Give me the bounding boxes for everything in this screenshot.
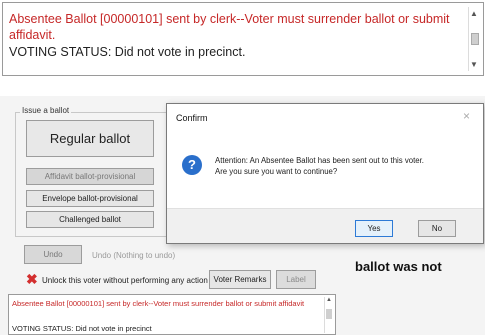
challenged-ballot-button[interactable]: Challenged ballot [26,211,154,228]
scroll-down-icon[interactable]: ▼ [470,60,478,69]
bottom-status-scrollbar[interactable]: ▲ [324,297,333,333]
issue-ballot-label: Issue a ballot [20,106,72,115]
no-button[interactable]: No [418,220,456,237]
unlock-voter-link[interactable]: Unlock this voter without performing any… [42,276,208,285]
regular-ballot-button[interactable]: Regular ballot [26,120,154,157]
unlock-x-icon[interactable]: ✖ [26,272,39,286]
status-line-absentee: Absentee Ballot [00000101] sent by clerk… [9,12,450,42]
envelope-ballot-button[interactable]: Envelope ballot-provisional [26,190,154,207]
voter-remarks-button[interactable]: Voter Remarks [209,270,271,289]
top-status-panel: Absentee Ballot [00000101] sent by clerk… [2,2,484,76]
bottom-status-panel: Absentee Ballot [00000101] sent by clerk… [8,294,336,335]
label-button[interactable]: Label [276,270,316,289]
dialog-message-line1: Attention: An Absentee Ballot has been s… [215,156,424,165]
undo-button[interactable]: Undo [24,245,82,264]
scroll-up-icon[interactable]: ▲ [326,297,332,303]
undo-status: Undo (Nothing to undo) [92,251,176,260]
close-icon[interactable]: × [463,109,470,123]
status-scrollbar[interactable]: ▲ ▼ [468,7,480,71]
bottom-status-line-absentee: Absentee Ballot [00000101] sent by clerk… [12,299,305,308]
dialog-title: Confirm [176,113,208,123]
scroll-thumb[interactable] [471,33,479,45]
caption-text: ballot was not [355,259,442,274]
affidavit-ballot-button[interactable]: Affidavit ballot-provisional [26,168,154,185]
dialog-message-line2: Are you sure you want to continue? [215,167,338,176]
status-line-voting: VOTING STATUS: Did not vote in precinct. [9,45,246,59]
bottom-status-line-voting: VOTING STATUS: Did not vote in precinct [12,324,152,333]
scroll-up-icon[interactable]: ▲ [470,9,478,18]
question-icon: ? [182,155,202,175]
yes-button[interactable]: Yes [355,220,393,237]
scroll-thumb[interactable] [326,309,332,319]
